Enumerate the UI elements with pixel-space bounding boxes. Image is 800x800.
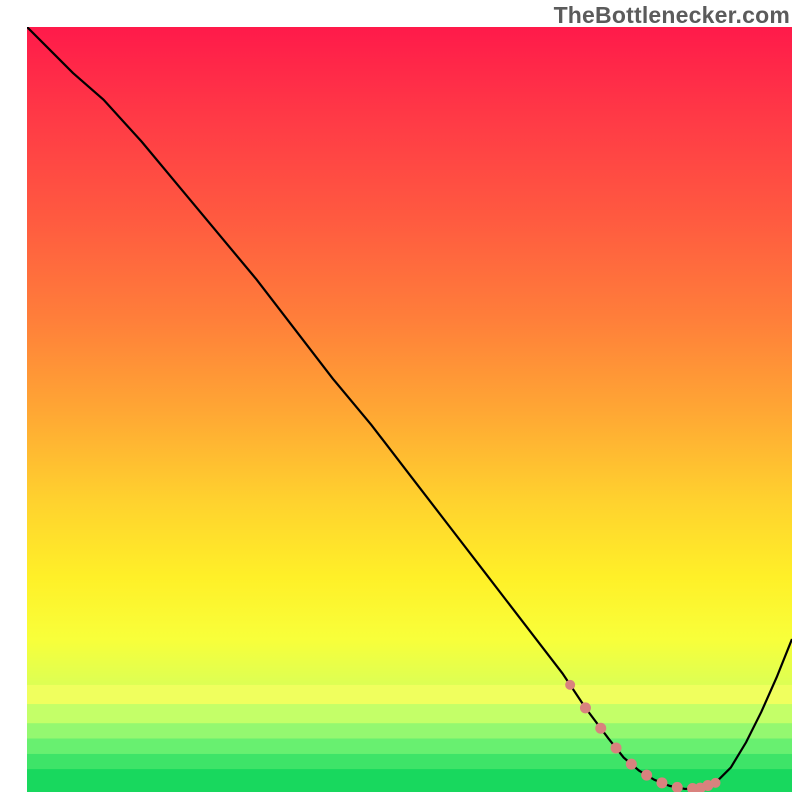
optimal-range-marker: [565, 680, 575, 690]
optimal-range-marker: [656, 777, 667, 788]
gradient-band: [27, 754, 792, 769]
gradient-band: [27, 704, 792, 723]
gradient-band: [27, 723, 792, 738]
optimal-range-marker: [626, 759, 637, 770]
optimal-range-marker: [711, 778, 721, 788]
gradient-band: [27, 685, 792, 704]
optimal-range-marker: [672, 782, 683, 793]
optimal-range-marker: [641, 770, 652, 781]
gradient-band: [27, 738, 792, 753]
optimal-range-marker: [595, 723, 606, 734]
optimal-range-marker: [611, 743, 622, 754]
optimal-range-marker: [580, 702, 591, 713]
bottleneck-chart: [0, 0, 800, 800]
watermark-text: TheBottlenecker.com: [554, 2, 790, 29]
